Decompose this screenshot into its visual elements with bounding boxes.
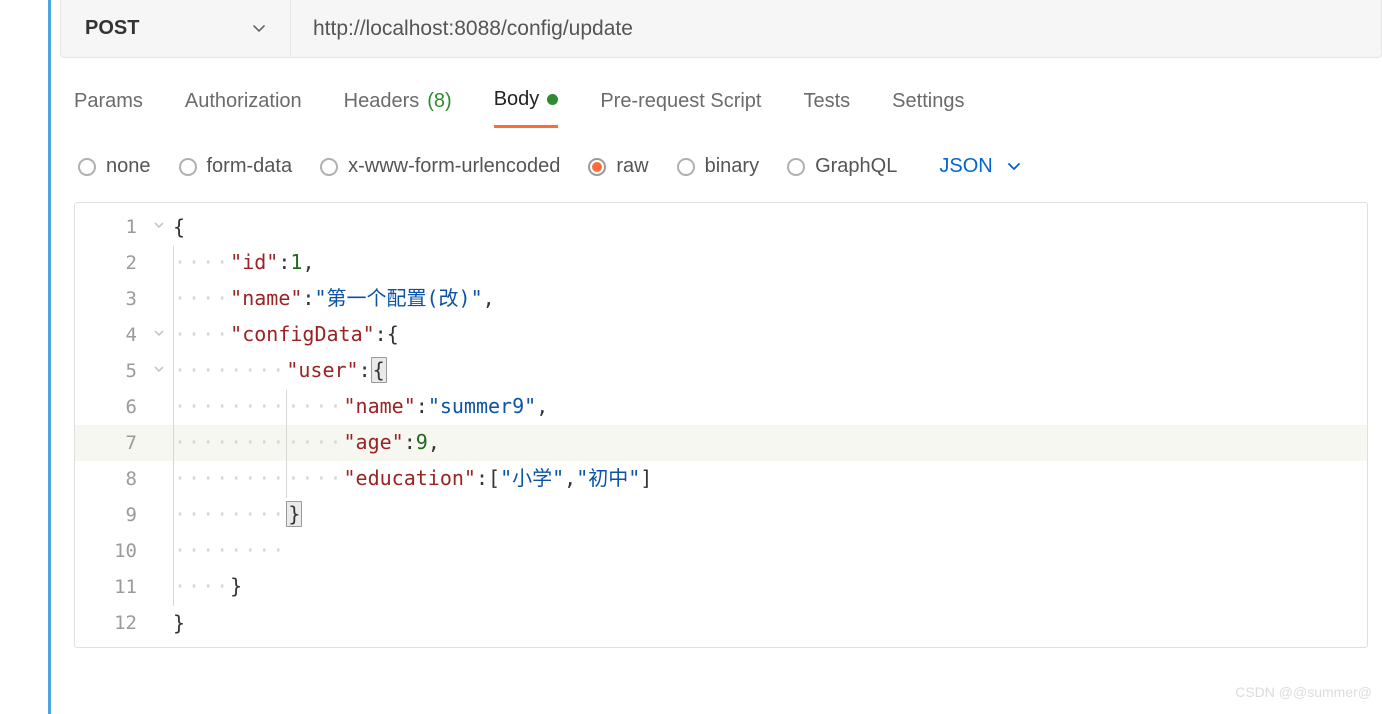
line-number: 8 bbox=[75, 461, 145, 497]
url-input[interactable] bbox=[291, 0, 1381, 57]
chevron-down-icon bbox=[252, 22, 266, 36]
bodytype-graphql[interactable]: GraphQL bbox=[787, 155, 897, 178]
json-editor[interactable]: 1 { 2 ····"id":1, 3 ····"name":"第一个配置(改)… bbox=[74, 202, 1368, 648]
code-line: 10 ········ bbox=[75, 533, 1367, 569]
code-line: 7 ············"age":9, bbox=[75, 425, 1367, 461]
request-tabs: Params Authorization Headers (8) Body Pr… bbox=[60, 58, 1382, 129]
editor-content: 1 { 2 ····"id":1, 3 ····"name":"第一个配置(改)… bbox=[75, 203, 1367, 647]
tab-settings[interactable]: Settings bbox=[892, 88, 964, 128]
tab-prerequest[interactable]: Pre-request Script bbox=[600, 88, 761, 128]
code-line: 2 ····"id":1, bbox=[75, 245, 1367, 281]
code-line: 4 ····"configData":{ bbox=[75, 317, 1367, 353]
tab-params[interactable]: Params bbox=[74, 88, 143, 128]
radio-icon bbox=[320, 158, 338, 176]
code-line: 8 ············"education":["小学","初中"] bbox=[75, 461, 1367, 497]
left-accent-bar bbox=[48, 0, 51, 714]
code-line: 1 { bbox=[75, 209, 1367, 245]
line-number: 9 bbox=[75, 497, 145, 533]
line-number: 4 bbox=[75, 317, 145, 353]
line-number: 6 bbox=[75, 389, 145, 425]
fold-chevron-icon[interactable] bbox=[153, 317, 165, 353]
headers-count: (8) bbox=[427, 90, 451, 113]
code-line: 11 ····} bbox=[75, 569, 1367, 605]
line-number: 10 bbox=[75, 533, 145, 569]
body-type-row: none form-data x-www-form-urlencoded raw… bbox=[60, 129, 1382, 196]
fold-chevron-icon[interactable] bbox=[153, 353, 165, 389]
line-number: 1 bbox=[75, 209, 145, 245]
watermark: CSDN @@summer@ bbox=[1235, 684, 1372, 700]
radio-selected-icon bbox=[588, 158, 606, 176]
radio-icon bbox=[179, 158, 197, 176]
radio-icon bbox=[787, 158, 805, 176]
line-number: 2 bbox=[75, 245, 145, 281]
bodytype-urlencoded[interactable]: x-www-form-urlencoded bbox=[320, 155, 560, 178]
tab-body[interactable]: Body bbox=[494, 88, 559, 128]
line-number: 3 bbox=[75, 281, 145, 317]
bodytype-raw[interactable]: raw bbox=[588, 155, 648, 178]
line-number: 12 bbox=[75, 605, 145, 641]
line-number: 5 bbox=[75, 353, 145, 389]
tab-authorization[interactable]: Authorization bbox=[185, 88, 302, 128]
line-number: 11 bbox=[75, 569, 145, 605]
tab-headers[interactable]: Headers (8) bbox=[344, 88, 452, 128]
chevron-down-icon bbox=[1007, 160, 1021, 174]
radio-icon bbox=[677, 158, 695, 176]
code-line: 3 ····"name":"第一个配置(改)", bbox=[75, 281, 1367, 317]
line-number: 7 bbox=[75, 425, 145, 461]
main-panel: POST Params Authorization Headers (8) Bo… bbox=[60, 0, 1382, 648]
code-line: 6 ············"name":"summer9", bbox=[75, 389, 1367, 425]
tab-tests[interactable]: Tests bbox=[803, 88, 850, 128]
format-select[interactable]: JSON bbox=[939, 155, 1020, 178]
bodytype-none[interactable]: none bbox=[78, 155, 151, 178]
method-label: POST bbox=[85, 17, 139, 40]
body-active-dot-icon bbox=[547, 94, 558, 105]
code-line: 9 ········} bbox=[75, 497, 1367, 533]
bodytype-binary[interactable]: binary bbox=[677, 155, 759, 178]
bodytype-formdata[interactable]: form-data bbox=[179, 155, 293, 178]
code-line: 5 ········"user":{ bbox=[75, 353, 1367, 389]
radio-icon bbox=[78, 158, 96, 176]
code-line: 12 } bbox=[75, 605, 1367, 641]
request-bar: POST bbox=[60, 0, 1382, 58]
fold-chevron-icon[interactable] bbox=[153, 209, 165, 245]
method-select[interactable]: POST bbox=[61, 0, 291, 57]
